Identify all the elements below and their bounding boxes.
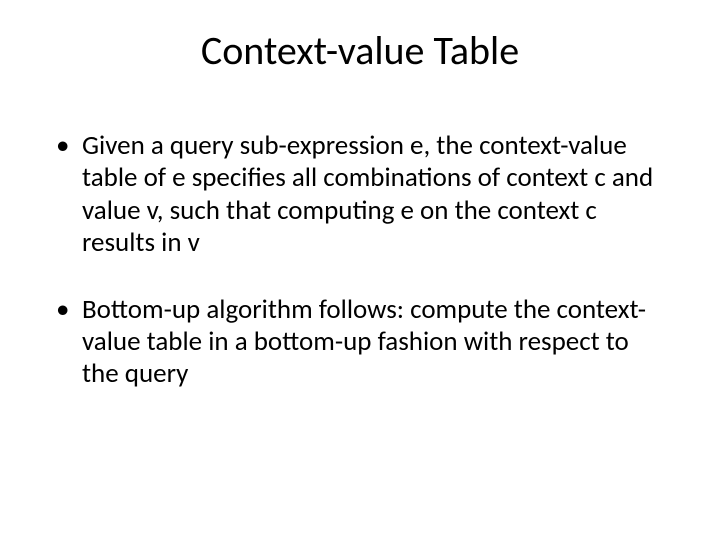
slide-title: Context-value Table <box>0 26 720 75</box>
list-item: Bottom-up algorithm follows: compute the… <box>54 294 666 391</box>
list-item: Given a query sub-expression e, the cont… <box>54 130 666 260</box>
slide: Context-value Table Given a query sub-ex… <box>0 0 720 540</box>
bullet-text: Bottom-up algorithm follows: compute the… <box>82 293 646 391</box>
slide-body: Given a query sub-expression e, the cont… <box>54 130 666 425</box>
bullet-text: Given a query sub-expression e, the cont… <box>82 129 653 259</box>
bullet-list: Given a query sub-expression e, the cont… <box>54 130 666 391</box>
